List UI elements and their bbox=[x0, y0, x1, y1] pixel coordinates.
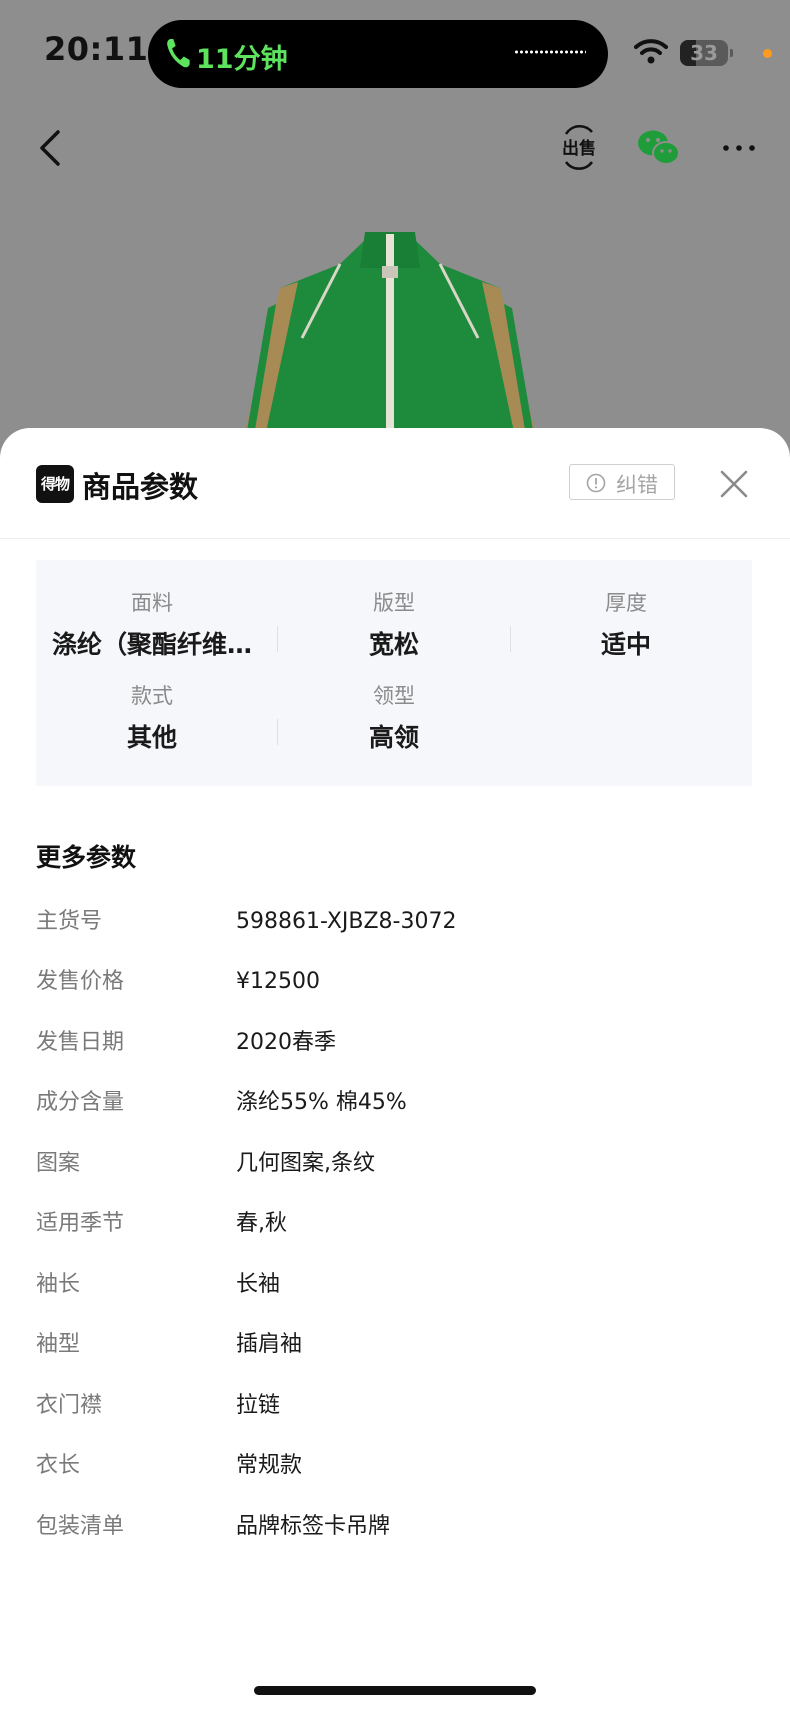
param-label: 成分含量 bbox=[36, 1090, 125, 1115]
key-param-item: 版型 宽松 bbox=[278, 588, 510, 662]
key-param-item: 面料 涤纶（聚酯纤维… bbox=[36, 588, 268, 662]
audio-waveform bbox=[514, 50, 586, 54]
alert-circle-icon bbox=[586, 473, 606, 493]
param-value: 长袖 bbox=[236, 1272, 281, 1297]
key-param-label: 领型 bbox=[373, 684, 415, 708]
key-param-label: 款式 bbox=[131, 684, 173, 708]
param-row: 发售日期 2020春季 bbox=[0, 1023, 790, 1063]
param-value: 拉链 bbox=[236, 1393, 281, 1418]
key-param-label: 版型 bbox=[373, 591, 415, 615]
report-error-label: 纠错 bbox=[616, 473, 658, 497]
param-row: 包装清单 品牌标签卡吊牌 bbox=[0, 1507, 790, 1547]
sell-icon-label: 出售 bbox=[562, 138, 596, 159]
privacy-indicator-dot bbox=[763, 49, 772, 58]
param-value: 春,秋 bbox=[236, 1211, 287, 1236]
status-time: 20:11 bbox=[44, 30, 149, 68]
param-row: 袖型 插肩袖 bbox=[0, 1325, 790, 1365]
param-row: 衣门襟 拉链 bbox=[0, 1386, 790, 1426]
home-indicator[interactable] bbox=[254, 1686, 536, 1695]
param-label: 适用季节 bbox=[36, 1211, 125, 1236]
key-param-item: 厚度 适中 bbox=[510, 588, 742, 662]
phone-call-icon bbox=[167, 39, 190, 68]
product-page-background: 20:11 11分钟 33 出售 bbox=[0, 0, 790, 460]
param-row: 袖长 长袖 bbox=[0, 1265, 790, 1305]
param-value: 涤纶55% 棉45% bbox=[236, 1090, 407, 1115]
wifi-icon bbox=[634, 39, 668, 64]
back-arrow-icon[interactable] bbox=[36, 128, 66, 168]
call-duration: 11分钟 bbox=[196, 44, 288, 75]
param-value: 品牌标签卡吊牌 bbox=[236, 1514, 391, 1539]
battery-cap bbox=[730, 49, 733, 57]
key-param-value: 适中 bbox=[600, 630, 651, 659]
param-row: 成分含量 涤纶55% 棉45% bbox=[0, 1083, 790, 1123]
key-param-value: 其他 bbox=[126, 723, 177, 752]
key-param-item: 款式 其他 bbox=[36, 681, 268, 755]
sheet-header: 得物 商品参数 纠错 bbox=[0, 428, 790, 539]
more-params-title: 更多参数 bbox=[36, 843, 137, 872]
param-label: 图案 bbox=[36, 1151, 81, 1176]
param-value: 598861-XJBZ8-3072 bbox=[236, 909, 457, 934]
sheet-title: 商品参数 bbox=[82, 470, 199, 504]
param-value: 常规款 bbox=[236, 1453, 303, 1478]
product-params-sheet: 得物 商品参数 纠错 面料 涤纶（聚酯纤维… 版型 宽松 厚度 适中 款式 其他… bbox=[0, 428, 790, 1712]
wechat-icon[interactable] bbox=[636, 128, 682, 168]
key-param-label: 面料 bbox=[131, 591, 173, 615]
param-value: 几何图案,条纹 bbox=[236, 1151, 375, 1176]
key-param-value: 宽松 bbox=[368, 630, 419, 659]
call-status-pill[interactable]: 11分钟 bbox=[148, 20, 608, 88]
param-row: 衣长 常规款 bbox=[0, 1446, 790, 1486]
param-row: 图案 几何图案,条纹 bbox=[0, 1144, 790, 1184]
param-label: 衣长 bbox=[36, 1453, 81, 1478]
key-param-value: 高领 bbox=[368, 723, 419, 752]
param-row: 发售价格 ¥12500 bbox=[0, 962, 790, 1002]
param-value: 插肩袖 bbox=[236, 1332, 303, 1357]
param-row: 适用季节 春,秋 bbox=[0, 1204, 790, 1244]
sell-icon[interactable]: 出售 bbox=[558, 124, 600, 170]
param-value: 2020春季 bbox=[236, 1030, 336, 1055]
dewu-logo: 得物 bbox=[36, 465, 74, 503]
key-param-label: 厚度 bbox=[605, 591, 647, 615]
more-icon[interactable] bbox=[722, 144, 756, 152]
param-label: 袖长 bbox=[36, 1272, 81, 1297]
param-label: 发售价格 bbox=[36, 969, 125, 994]
param-label: 主货号 bbox=[36, 909, 103, 934]
param-label: 发售日期 bbox=[36, 1030, 125, 1055]
key-params-panel: 面料 涤纶（聚酯纤维… 版型 宽松 厚度 适中 款式 其他 领型 高领 bbox=[36, 560, 752, 786]
product-jacket-image bbox=[238, 232, 542, 460]
param-row: 主货号 598861-XJBZ8-3072 bbox=[0, 902, 790, 942]
battery-icon: 33 bbox=[680, 40, 728, 66]
battery-percent: 33 bbox=[690, 41, 718, 65]
close-icon[interactable] bbox=[720, 470, 748, 498]
param-label: 袖型 bbox=[36, 1332, 81, 1357]
param-label: 衣门襟 bbox=[36, 1393, 103, 1418]
key-param-item: 领型 高领 bbox=[278, 681, 510, 755]
param-label: 包装清单 bbox=[36, 1514, 125, 1539]
param-value: ¥12500 bbox=[236, 969, 320, 994]
report-error-button[interactable]: 纠错 bbox=[569, 464, 675, 500]
key-param-value: 涤纶（聚酯纤维… bbox=[51, 630, 252, 659]
